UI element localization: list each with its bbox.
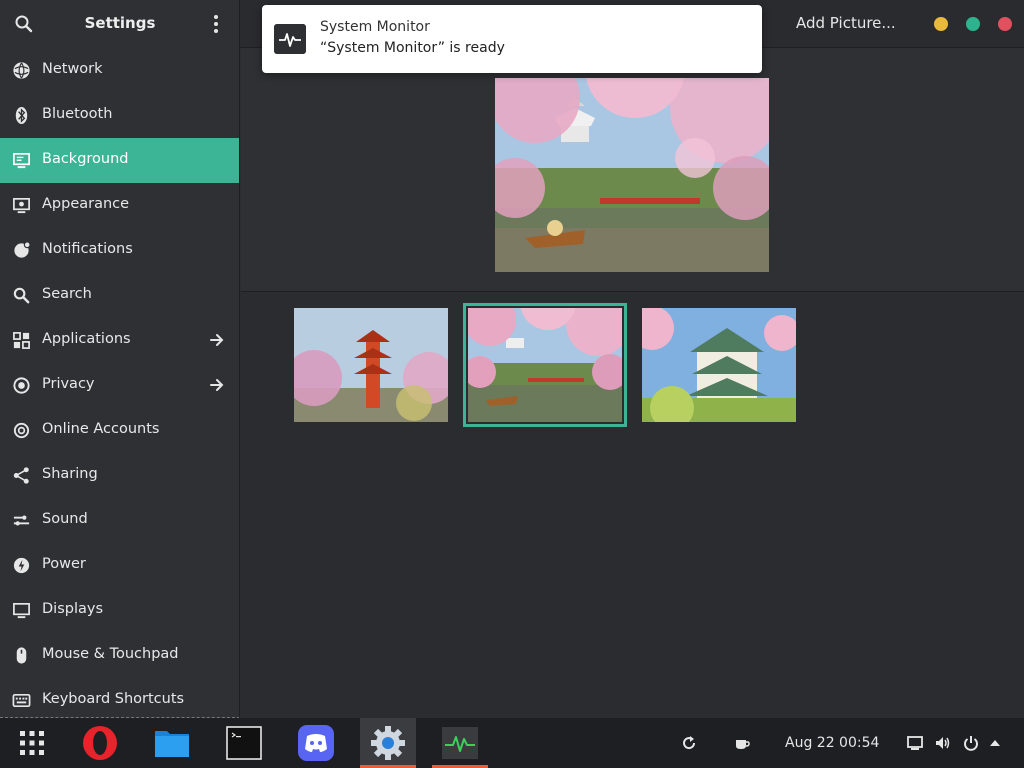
- sidebar-item-label: Keyboard Shortcuts: [42, 691, 185, 707]
- system-monitor-icon: [274, 24, 306, 54]
- sidebar-item-label: Applications: [42, 331, 131, 347]
- tray-up-icon[interactable]: [986, 734, 1004, 752]
- search-icon[interactable]: [12, 12, 36, 36]
- sidebar-item-sharing[interactable]: Sharing: [0, 453, 239, 498]
- coffee-icon[interactable]: [733, 734, 751, 752]
- sidebar-item-search[interactable]: Search: [0, 273, 239, 318]
- sidebar-item-notifications[interactable]: Notifications: [0, 228, 239, 273]
- keyboard-icon: [12, 693, 31, 708]
- mouse-icon: [16, 647, 27, 664]
- taskbar: Aug 22 00:54: [0, 718, 1024, 768]
- app-grid-icon[interactable]: [12, 723, 52, 763]
- opera-icon[interactable]: [80, 723, 120, 763]
- add-picture-button[interactable]: Add Picture...: [796, 14, 896, 32]
- bluetooth-icon: [15, 106, 28, 125]
- sidebar-item-label: Appearance: [42, 196, 130, 212]
- sidebar-item-label: Mouse & Touchpad: [42, 646, 179, 662]
- discord-icon[interactable]: [296, 723, 336, 763]
- online-accounts-icon: [13, 422, 30, 439]
- notifications-icon: [14, 241, 31, 258]
- sidebar-item-label: Network: [42, 61, 103, 77]
- clock[interactable]: Aug 22 00:54: [785, 735, 879, 751]
- arrow-right-icon: [210, 334, 224, 346]
- sidebar-item-label: Bluetooth: [42, 106, 113, 122]
- sidebar-item-network[interactable]: Network: [0, 48, 239, 93]
- minimize-button[interactable]: [934, 17, 948, 31]
- notification-title: System Monitor: [320, 19, 430, 35]
- sidebar-item-label: Background: [42, 151, 129, 167]
- notification-popup[interactable]: System Monitor “System Monitor” is ready: [262, 5, 762, 73]
- privacy-icon: [13, 377, 30, 394]
- sidebar-item-online-accounts[interactable]: Online Accounts: [0, 408, 239, 453]
- sidebar-item-privacy[interactable]: Privacy: [0, 363, 239, 408]
- applications-icon: [13, 332, 30, 349]
- screen-icon[interactable]: [906, 734, 924, 752]
- sidebar-item-label: Search: [42, 286, 92, 302]
- sidebar-item-sound[interactable]: Sound: [0, 498, 239, 543]
- sidebar-item-displays[interactable]: Displays: [0, 588, 239, 633]
- settings-icon[interactable]: [368, 723, 408, 763]
- sidebar-item-appearance[interactable]: Appearance: [0, 183, 239, 228]
- terminal-icon[interactable]: [224, 723, 264, 763]
- network-icon: [13, 62, 30, 79]
- wallpaper-preview-area: [241, 48, 1024, 292]
- wallpaper-thumbnail-pagoda[interactable]: [294, 308, 448, 422]
- sidebar-item-bluetooth[interactable]: Bluetooth: [0, 93, 239, 138]
- maximize-button[interactable]: [966, 17, 980, 31]
- background-panel: [241, 48, 1024, 718]
- kebab-menu-icon[interactable]: [206, 12, 226, 36]
- sidebar-item-label: Online Accounts: [42, 421, 160, 437]
- sidebar-item-label: Power: [42, 556, 86, 572]
- background-icon: [13, 152, 30, 169]
- window-title: Settings: [84, 14, 156, 32]
- displays-icon: [13, 602, 30, 619]
- refresh-icon[interactable]: [680, 734, 698, 752]
- sidebar: Network Bluetooth Background Appearance …: [0, 48, 240, 718]
- sharing-icon: [13, 467, 29, 484]
- power-icon: [13, 557, 30, 574]
- wallpaper-thumbnail-castle-river[interactable]: [463, 303, 627, 427]
- sidebar-item-label: Notifications: [42, 241, 133, 257]
- sound-icon: [13, 515, 30, 526]
- close-button[interactable]: [998, 17, 1012, 31]
- files-icon[interactable]: [152, 723, 192, 763]
- sidebar-header: Settings: [0, 0, 240, 48]
- sidebar-item-keyboard-shortcuts[interactable]: Keyboard Shortcuts: [0, 678, 239, 718]
- sidebar-item-label: Sound: [42, 511, 88, 527]
- sidebar-item-label: Privacy: [42, 376, 95, 392]
- search-icon: [13, 287, 30, 304]
- volume-icon[interactable]: [934, 734, 952, 752]
- wallpaper-thumbnail-osaka-castle[interactable]: [642, 308, 796, 422]
- system-monitor-icon[interactable]: [440, 723, 480, 763]
- notification-body: “System Monitor” is ready: [320, 40, 505, 56]
- arrow-right-icon: [210, 379, 224, 391]
- sidebar-item-background[interactable]: Background: [0, 138, 239, 183]
- wallpaper-preview: [495, 78, 769, 272]
- desktop: Settings Add Picture... Network Bluetoot…: [0, 0, 1024, 768]
- sidebar-item-label: Displays: [42, 601, 104, 617]
- appearance-icon: [13, 197, 30, 214]
- sidebar-item-applications[interactable]: Applications: [0, 318, 239, 363]
- sidebar-item-mouse-touchpad[interactable]: Mouse & Touchpad: [0, 633, 239, 678]
- sidebar-item-power[interactable]: Power: [0, 543, 239, 588]
- sidebar-item-label: Sharing: [42, 466, 98, 482]
- power-icon[interactable]: [962, 734, 980, 752]
